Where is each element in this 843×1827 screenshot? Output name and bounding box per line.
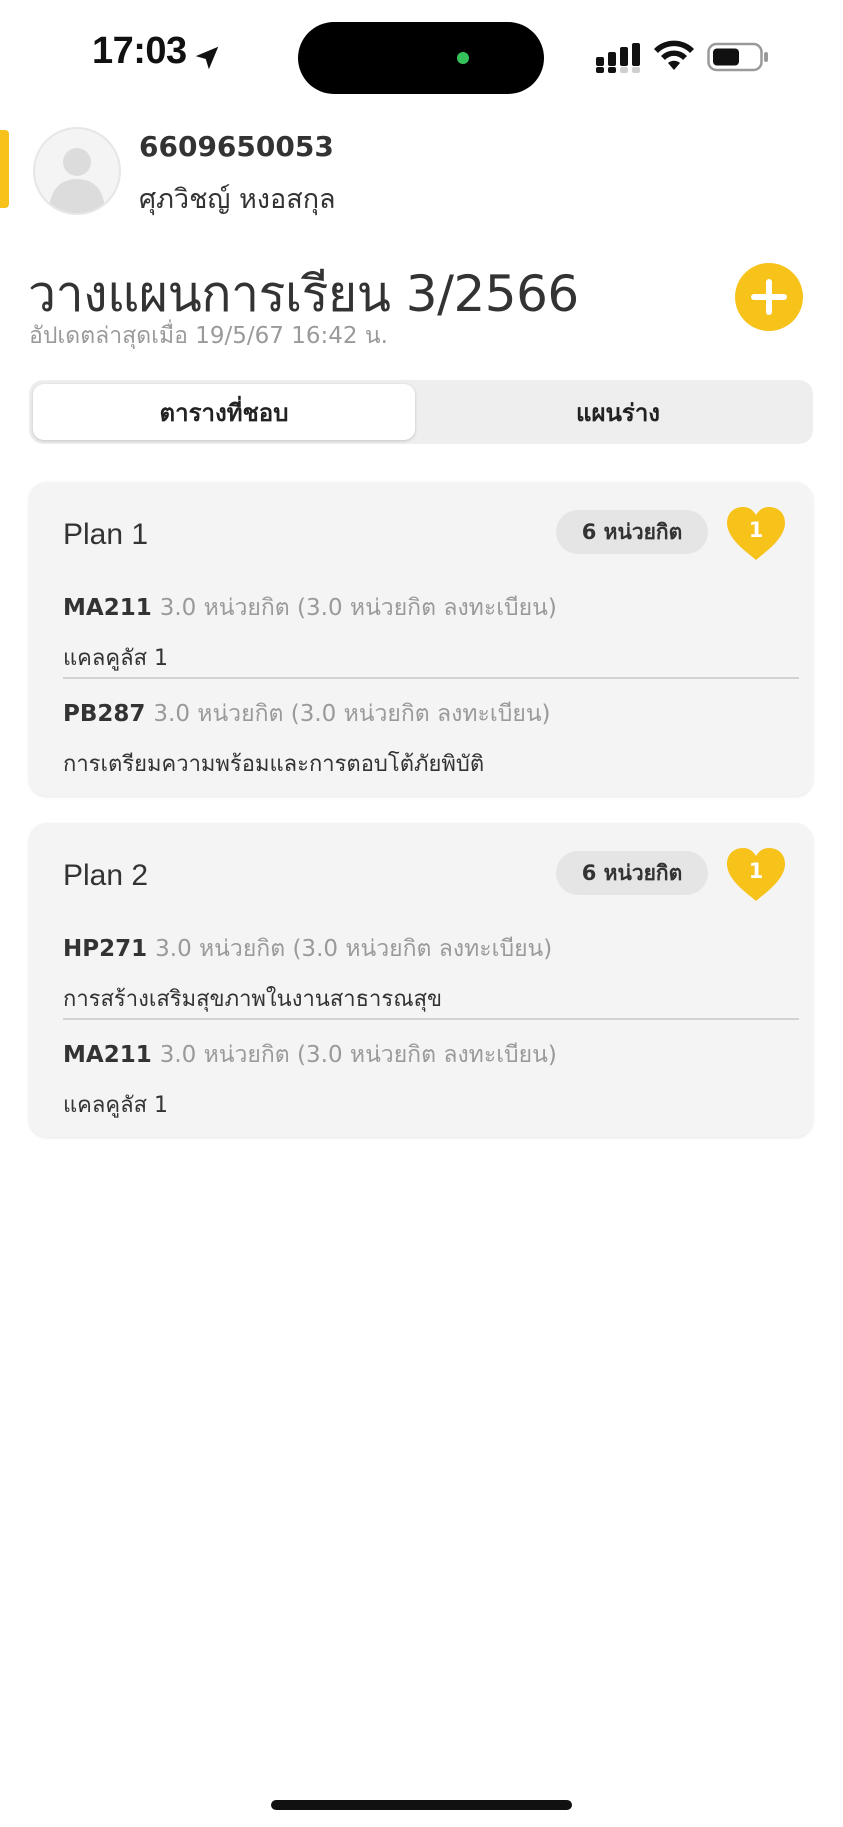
- course-item: MA211 3.0 หน่วยกิต (3.0 หน่วยกิต ลงทะเบีย…: [63, 590, 783, 675]
- course-name: การเตรียมความพร้อมและการตอบโต้ภัยพิบัติ: [63, 752, 485, 777]
- course-code: PB287: [63, 701, 146, 727]
- default-avatar-icon[interactable]: [33, 127, 121, 215]
- last-updated-text: อัปเดตล่าสุดเมื่อ 19/5/67 16:42 น.: [29, 323, 388, 349]
- cellular-signal-icon: [596, 43, 640, 73]
- divider: [63, 677, 799, 679]
- course-code: MA211: [63, 1042, 152, 1068]
- course-code: HP271: [63, 936, 148, 962]
- tab-favorite-schedules[interactable]: ตารางที่ชอบ: [33, 384, 415, 440]
- favorite-heart-button[interactable]: 1: [725, 847, 787, 903]
- favorite-count: 1: [748, 859, 764, 883]
- course-credit: 3.0 หน่วยกิต (3.0 หน่วยกิต ลงทะเบียน): [159, 1042, 557, 1068]
- course-code: MA211: [63, 595, 152, 621]
- plan-card[interactable]: Plan 2 6 หน่วยกิต 1 HP271 3.0 หน่วยกิต (3…: [29, 823, 813, 1137]
- location-arrow-icon: [195, 46, 219, 70]
- plus-icon: [751, 279, 787, 315]
- favorite-count: 1: [748, 518, 764, 542]
- home-indicator[interactable]: [271, 1800, 572, 1810]
- course-credit: 3.0 หน่วยกิต (3.0 หน่วยกิต ลงทะเบียน): [159, 595, 557, 621]
- profile-accent-bar: [0, 130, 9, 208]
- camera-indicator-icon: [457, 52, 469, 64]
- course-credit: 3.0 หน่วยกิต (3.0 หน่วยกิต ลงทะเบียน): [155, 936, 553, 962]
- course-item: HP271 3.0 หน่วยกิต (3.0 หน่วยกิต ลงทะเบีย…: [63, 931, 783, 1016]
- course-item: PB287 3.0 หน่วยกิต (3.0 หน่วยกิต ลงทะเบีย…: [63, 696, 783, 781]
- course-item: MA211 3.0 หน่วยกิต (3.0 หน่วยกิต ลงทะเบีย…: [63, 1037, 783, 1122]
- student-id: 6609650053: [139, 130, 334, 163]
- course-credit: 3.0 หน่วยกิต (3.0 หน่วยกิต ลงทะเบียน): [153, 701, 551, 727]
- wifi-icon: [654, 40, 694, 70]
- status-bar: 17:03: [0, 0, 843, 110]
- dynamic-island: [298, 22, 544, 94]
- divider: [63, 1018, 799, 1020]
- battery-icon: [707, 42, 768, 72]
- tab-switcher: ตารางที่ชอบ แผนร่าง: [29, 380, 813, 444]
- favorite-heart-button[interactable]: 1: [725, 506, 787, 562]
- student-name: ศุภวิชญ์ หงอสกุล: [139, 184, 336, 215]
- plan-title: Plan 1: [63, 518, 149, 551]
- plan-title: Plan 2: [63, 859, 149, 892]
- course-name: แคลคูลัส 1: [63, 1093, 168, 1118]
- course-name: การสร้างเสริมสุขภาพในงานสาธารณสุข: [63, 987, 443, 1012]
- credit-badge: 6 หน่วยกิต: [556, 510, 708, 554]
- add-plan-button[interactable]: [735, 263, 803, 331]
- plan-card[interactable]: Plan 1 6 หน่วยกิต 1 MA211 3.0 หน่วยกิต (3…: [29, 482, 813, 796]
- tab-draft-plans[interactable]: แผนร่าง: [427, 384, 809, 440]
- course-name: แคลคูลัส 1: [63, 646, 168, 671]
- status-time: 17:03: [92, 30, 187, 72]
- credit-badge: 6 หน่วยกิต: [556, 851, 708, 895]
